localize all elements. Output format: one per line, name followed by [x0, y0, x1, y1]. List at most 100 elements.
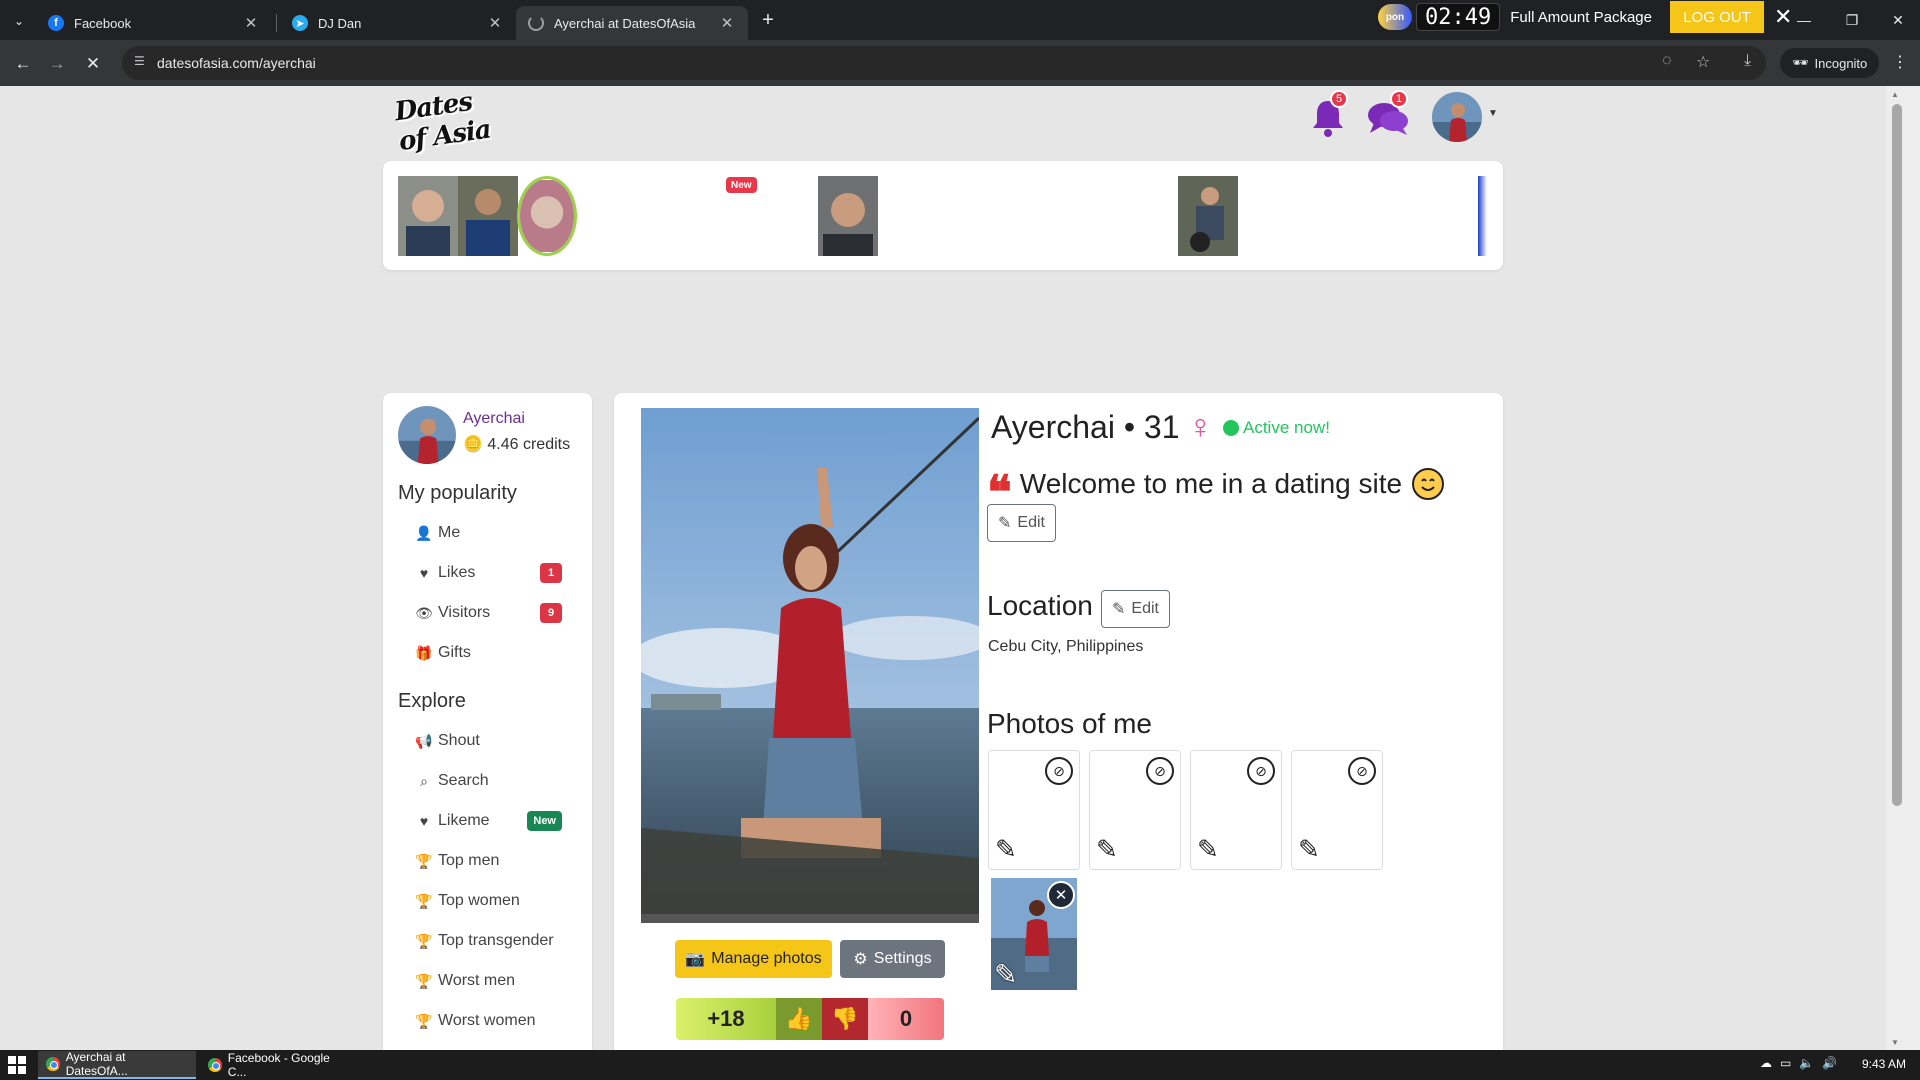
- avatar[interactable]: [1432, 92, 1482, 142]
- sidebar-item-likeme[interactable]: ♥ Likeme New: [414, 806, 562, 836]
- remove-photo-icon[interactable]: ✕: [1047, 881, 1075, 909]
- remove-photo-icon[interactable]: ⊘: [1247, 757, 1275, 785]
- volume-icon[interactable]: 🔊: [1822, 1056, 1837, 1070]
- windows-start-icon[interactable]: [8, 1056, 26, 1074]
- taskbar-item-chrome-facebook[interactable]: Facebook - Google C...: [200, 1051, 358, 1079]
- messages-count: 1: [1390, 90, 1408, 108]
- download-icon[interactable]: ⤓: [1744, 52, 1751, 70]
- bookmark-star-icon[interactable]: ☆: [1696, 52, 1710, 72]
- sidebar-item-worst-women[interactable]: 🏆 Worst women: [414, 1006, 562, 1036]
- back-arrow-icon[interactable]: ←: [10, 51, 36, 77]
- sidebar-item-worst-men[interactable]: 🏆 Worst men: [414, 966, 562, 996]
- explore-heading: Explore: [398, 690, 466, 712]
- sidebar-item-label: Worst men: [438, 972, 516, 989]
- tab-search-chevron-icon[interactable]: ⌄: [8, 10, 30, 32]
- battery-icon[interactable]: ▭: [1780, 1056, 1791, 1070]
- close-tab-icon[interactable]: ✕: [718, 14, 736, 32]
- smile-emoji-icon: [1412, 468, 1445, 500]
- sidebar-item-me[interactable]: 👤 Me: [414, 518, 562, 548]
- thumbs-down-icon[interactable]: 👎: [822, 998, 868, 1040]
- sidebar-item-label: Top transgender: [438, 932, 554, 949]
- onedrive-icon[interactable]: ☁: [1760, 1056, 1772, 1070]
- new-tab-button[interactable]: +: [756, 8, 780, 32]
- tab-facebook[interactable]: f Facebook ✕: [36, 6, 272, 40]
- url-text[interactable]: datesofasia.com/ayerchai: [157, 55, 316, 71]
- photo-indicator-bar: [641, 914, 979, 923]
- sidebar-item-likes[interactable]: ♥ Likes 1: [414, 558, 562, 588]
- member-thumbnail[interactable]: [1178, 176, 1238, 256]
- site-info-icon[interactable]: ☰: [134, 54, 145, 68]
- sidebar-item-label: Gifts: [438, 644, 471, 661]
- tab-ayerchai[interactable]: Ayerchai at DatesOfAsia ✕: [516, 6, 748, 40]
- sidebar-item-top-transgender[interactable]: 🏆 Top transgender: [414, 926, 562, 956]
- manage-photos-button[interactable]: 📷 Manage photos: [675, 940, 832, 978]
- logout-button[interactable]: LOG OUT: [1669, 1, 1764, 33]
- scrollbar-thumb[interactable]: [1892, 104, 1902, 806]
- sidebar-username[interactable]: Ayerchai: [463, 410, 525, 428]
- remove-photo-icon[interactable]: ⊘: [1045, 757, 1073, 785]
- menu-dots-icon[interactable]: ⋮: [1892, 52, 1908, 72]
- incognito-indicator[interactable]: 🕶 Incognito: [1780, 48, 1880, 78]
- member-thumbnail-partial[interactable]: [1478, 176, 1487, 256]
- sidebar-item-label: Likes: [438, 564, 476, 581]
- avatar[interactable]: [398, 406, 456, 464]
- edit-photo-icon[interactable]: ✎: [1298, 834, 1320, 865]
- photo-slot[interactable]: ⊘ ✎: [1190, 750, 1282, 870]
- messages-button[interactable]: 1: [1366, 90, 1410, 140]
- scroll-up-arrow-icon[interactable]: ▲: [1891, 90, 1899, 99]
- headline-text: Welcome to me in a dating site: [1019, 468, 1403, 499]
- taskbar-clock[interactable]: 9:43 AM: [1862, 1057, 1906, 1071]
- online-status-dot: [1223, 419, 1239, 436]
- edit-photo-icon[interactable]: ✎: [994, 958, 1017, 991]
- caret-down-icon[interactable]: ▼: [1488, 108, 1498, 119]
- member-thumbnail[interactable]: [517, 176, 577, 256]
- profile-photo[interactable]: [641, 408, 979, 923]
- profile-title: Ayerchai • 31 ♀ Active now!: [991, 408, 1330, 447]
- trophy-icon: 🏆: [415, 852, 433, 869]
- eye-off-icon[interactable]: ◌: [1662, 52, 1672, 70]
- settings-button[interactable]: ⚙ Settings: [840, 940, 945, 978]
- member-thumbnail[interactable]: [458, 176, 518, 256]
- remove-photo-icon[interactable]: ⊘: [1146, 757, 1174, 785]
- remove-photo-icon[interactable]: ⊘: [1348, 757, 1376, 785]
- tab-title: DJ Dan: [318, 15, 362, 31]
- profile-headline: ❝ Welcome to me in a dating site: [987, 468, 1445, 515]
- sidebar-item-search[interactable]: ⌕ Search: [414, 766, 562, 796]
- speaker-icon[interactable]: 🔈: [1799, 1056, 1814, 1070]
- notifications-button[interactable]: 5: [1306, 90, 1350, 140]
- address-bar[interactable]: [122, 46, 1766, 80]
- edit-headline-button[interactable]: ✎ Edit: [987, 504, 1056, 542]
- sidebar-item-visitors[interactable]: 👁 Visitors 9: [414, 598, 562, 628]
- member-thumbnail[interactable]: [818, 176, 878, 256]
- extension-bar: pon 02:49 Full Amount Package LOG OUT ✕: [1378, 0, 1792, 34]
- photo-slot[interactable]: ⊘ ✎: [1089, 750, 1181, 870]
- member-thumbnail[interactable]: [398, 176, 458, 256]
- sidebar-item-top-men[interactable]: 🏆 Top men: [414, 846, 562, 876]
- name-age: Ayerchai • 31: [991, 409, 1180, 445]
- photo-slot[interactable]: ⊘ ✎: [1291, 750, 1383, 870]
- close-tab-icon[interactable]: ✕: [242, 14, 260, 32]
- edit-photo-icon[interactable]: ✎: [1096, 834, 1118, 865]
- forward-arrow-icon[interactable]: →: [44, 51, 70, 77]
- credits-balance: 🪙 4.46 credits: [463, 434, 570, 454]
- photo-slot[interactable]: ⊘ ✎: [988, 750, 1080, 870]
- thumbs-up-icon[interactable]: 👍: [776, 998, 822, 1040]
- tab-dj-dan[interactable]: ➤ DJ Dan ✕: [280, 6, 516, 40]
- minimize-icon[interactable]: —: [1784, 8, 1824, 32]
- scroll-down-arrow-icon[interactable]: ▼: [1891, 1038, 1899, 1047]
- popularity-heading: My popularity: [398, 482, 517, 504]
- edit-photo-icon[interactable]: ✎: [995, 834, 1017, 865]
- edit-photo-icon[interactable]: ✎: [1197, 834, 1219, 865]
- gift-icon: 🎁: [415, 644, 433, 661]
- telegram-icon: ➤: [292, 15, 308, 31]
- sidebar-item-shout[interactable]: 📢 Shout: [414, 726, 562, 756]
- extension-logo[interactable]: pon: [1378, 4, 1412, 30]
- sidebar-item-gifts[interactable]: 🎁 Gifts: [414, 638, 562, 668]
- taskbar-item-chrome-ayerchai[interactable]: Ayerchai at DatesOfA...: [38, 1050, 196, 1079]
- restore-icon[interactable]: ❐: [1832, 8, 1872, 32]
- sidebar-item-top-women[interactable]: 🏆 Top women: [414, 886, 562, 916]
- stop-loading-icon[interactable]: ✕: [80, 51, 106, 77]
- edit-location-button[interactable]: ✎ Edit: [1101, 590, 1170, 628]
- close-tab-icon[interactable]: ✕: [486, 14, 504, 32]
- window-close-icon[interactable]: ✕: [1878, 8, 1918, 32]
